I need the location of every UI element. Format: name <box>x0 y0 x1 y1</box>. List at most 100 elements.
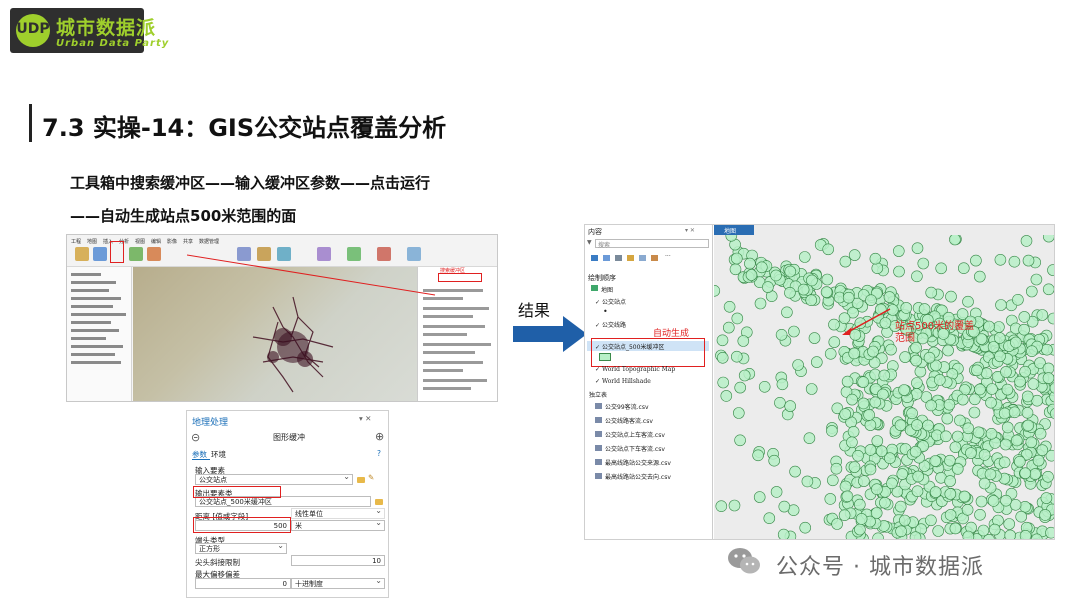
buffer-circle <box>805 383 818 395</box>
ribbon-tab[interactable]: 影像 <box>167 238 177 245</box>
unit-type-select[interactable]: 线性单位 <box>291 506 385 519</box>
buffer-circle <box>875 445 888 457</box>
contents-pane: 内容 ▾ ✕ ▼ 搜索 ··· 绘制顺序 地图 ✓ 公交站点 • ✓ 公交线路 … <box>585 225 713 539</box>
table-item[interactable]: 公交站点上车客流.csv <box>605 430 665 439</box>
buffer-circle <box>1000 366 1012 378</box>
buffer-circle <box>962 530 975 539</box>
list-by-selection-icon[interactable] <box>615 255 622 261</box>
map-node[interactable]: 地图 <box>601 285 613 294</box>
ribbon-tool-icon[interactable] <box>75 247 89 261</box>
buffer-circle <box>962 295 974 308</box>
tool-title: 图形缓冲 <box>273 433 305 442</box>
ribbon-tab[interactable]: 数据管理 <box>199 238 219 245</box>
pencil-icon[interactable]: ✎ <box>368 473 374 482</box>
buffer-circle <box>824 493 837 505</box>
buffer-circle <box>886 477 898 490</box>
buffer-circle <box>770 486 783 498</box>
buffer-circle <box>784 400 796 412</box>
filter-icon[interactable]: ▼ <box>587 239 592 246</box>
ribbon-tab[interactable]: 共享 <box>183 238 193 245</box>
max-offset-input[interactable]: 0 <box>195 578 291 589</box>
buffer-circle <box>1020 235 1033 247</box>
buffer-circle <box>871 483 883 495</box>
folder-icon[interactable] <box>357 477 365 483</box>
table-icon <box>595 445 602 451</box>
ribbon-tool-icon[interactable] <box>93 247 107 261</box>
list-by-source-icon[interactable] <box>603 255 610 261</box>
table-item[interactable]: 最高线路站公交来源.csv <box>605 458 671 467</box>
buffer-circle <box>758 381 771 393</box>
contents-search-input[interactable] <box>595 239 709 248</box>
buffer-circle <box>943 398 956 411</box>
buffer-circle <box>1039 509 1051 521</box>
ribbon-tab[interactable]: 视图 <box>135 238 145 245</box>
buffer-circle <box>879 496 891 509</box>
ribbon-tool-icon[interactable] <box>129 247 143 261</box>
buffer-circle <box>826 425 838 437</box>
back-arrow-icon[interactable]: ⊝ <box>191 431 200 444</box>
table-icon <box>595 459 602 465</box>
buffer-circle <box>994 253 1007 266</box>
buffer-circle <box>911 419 923 431</box>
contents-title: 内容 <box>588 228 602 236</box>
panel-pin-icon[interactable]: ▾ ✕ <box>359 414 371 423</box>
layer-bus-stops[interactable]: ✓ 公交站点 <box>595 297 626 306</box>
buffer-circle <box>885 343 897 356</box>
buffer-circle <box>1029 468 1041 480</box>
buffer-circle <box>1019 500 1031 513</box>
add-icon[interactable]: ⊕ <box>375 430 384 443</box>
input-features-select[interactable]: 公交站点 <box>195 472 353 485</box>
buffer-circle <box>734 381 747 394</box>
ribbon-tab[interactable]: 地图 <box>87 238 97 245</box>
brand-logo: UDP 城市数据派 Urban Data Party <box>10 8 168 53</box>
buffer-circle <box>968 393 981 406</box>
miter-limit-input[interactable]: 10 <box>291 555 385 566</box>
toolbox-search-input[interactable] <box>438 273 482 282</box>
list-by-snapping-icon[interactable] <box>639 255 646 261</box>
buffer-circle <box>1015 510 1028 523</box>
buffer-circle <box>821 273 834 286</box>
list-by-drawing-order-icon[interactable] <box>591 255 598 261</box>
max-offset-unit-select[interactable]: 十进制度 <box>291 576 385 589</box>
buffer-circle <box>985 396 997 409</box>
tab-environments[interactable]: 环境 <box>211 449 226 460</box>
buffer-circle <box>965 447 977 459</box>
buffer-circle <box>929 486 942 498</box>
buffer-circle <box>763 512 776 525</box>
pane-controls-icon[interactable]: ▾ ✕ <box>685 227 695 234</box>
list-by-labeling-icon[interactable] <box>651 255 658 261</box>
buffer-circle <box>803 432 816 444</box>
buffer-circle <box>1026 345 1038 357</box>
buffer-circle <box>909 445 922 458</box>
ribbon-tab[interactable]: 工程 <box>71 238 81 245</box>
table-icon <box>595 417 602 423</box>
ribbon-tab[interactable]: 编辑 <box>151 238 161 245</box>
table-item[interactable]: 公交99客流.csv <box>605 402 649 411</box>
list-by-editing-icon[interactable] <box>627 255 634 261</box>
buffer-circle <box>998 407 1011 420</box>
folder-icon[interactable] <box>375 499 383 505</box>
ribbon-tool-icon[interactable] <box>147 247 161 261</box>
table-item[interactable]: 公交站点下车客流.csv <box>605 444 665 453</box>
layer-topographic[interactable]: ✓ World Topographic Map <box>595 366 675 373</box>
more-options-icon[interactable]: ··· <box>665 253 671 260</box>
standalone-tables-heading: 独立表 <box>589 392 608 399</box>
buffer-circle <box>789 465 801 478</box>
layer-hillshade[interactable]: ✓ World Hillshade <box>595 378 651 385</box>
buffer-circle <box>975 495 988 508</box>
buffer-circle <box>848 249 861 261</box>
distance-unit-select[interactable]: 米 <box>291 518 385 531</box>
layer-bus-routes[interactable]: ✓ 公交线路 <box>595 320 626 329</box>
buffer-circle <box>730 350 743 363</box>
buffer-circle <box>1018 311 1031 323</box>
end-type-select[interactable]: 正方形 <box>195 541 287 554</box>
toolbox-button-highlight[interactable] <box>110 241 124 263</box>
table-item[interactable]: 最高线路站公交去向.csv <box>605 472 671 481</box>
help-icon[interactable]: ? <box>377 449 381 458</box>
map-tab[interactable]: 地图 <box>714 225 754 235</box>
buffer-circle <box>871 435 884 447</box>
buffer-circle <box>900 302 913 314</box>
slide-title: 7.3 实操-14：GIS公交站点覆盖分析 <box>42 114 447 142</box>
buffer-circles-map <box>714 235 1054 539</box>
table-item[interactable]: 公交线路客流.csv <box>605 416 653 425</box>
